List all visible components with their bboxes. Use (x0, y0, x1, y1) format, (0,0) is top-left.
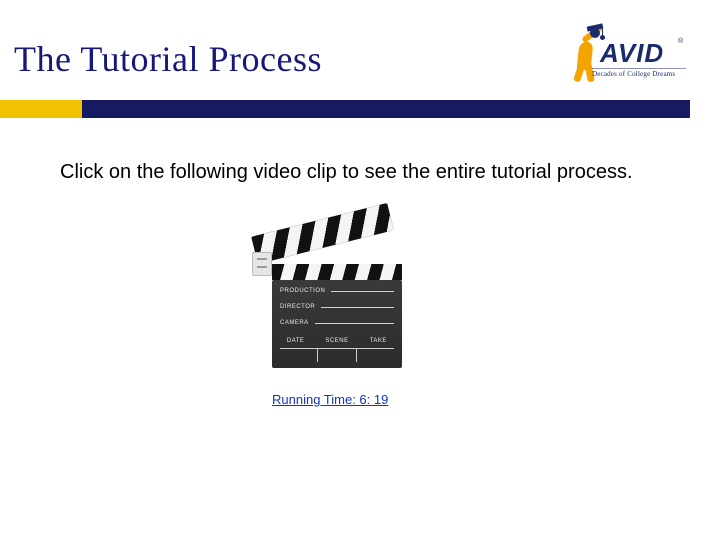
instruction-text: Click on the following video clip to see… (60, 160, 640, 185)
registered-mark: ® (678, 38, 683, 45)
avid-tagline: Decades of College Dreams (592, 70, 675, 78)
clapper-label-production: PRODUCTION (280, 288, 325, 294)
avid-logo: AVID ® Decades of College Dreams (562, 26, 686, 98)
divider-bar (82, 100, 690, 118)
running-time-link[interactable]: Running Time: 6: 19 (272, 392, 388, 407)
clapper-label-take: TAKE (363, 338, 394, 344)
divider-accent (0, 100, 82, 118)
clapper-label-camera: CAMERA (280, 320, 309, 326)
clapper-label-scene: SCENE (321, 338, 352, 344)
clapper-label-director: DIRECTOR (280, 304, 315, 310)
video-clip-link[interactable]: PRODUCTION DIRECTOR CAMERA DATE SCENE TA… (246, 224, 406, 374)
avid-wordmark: AVID (600, 38, 664, 69)
page-title: The Tutorial Process (14, 38, 322, 80)
clapperboard-icon: PRODUCTION DIRECTOR CAMERA DATE SCENE TA… (246, 224, 406, 374)
clapper-label-date: DATE (280, 338, 311, 344)
slide: The Tutorial Process Click on the follow… (0, 0, 720, 540)
